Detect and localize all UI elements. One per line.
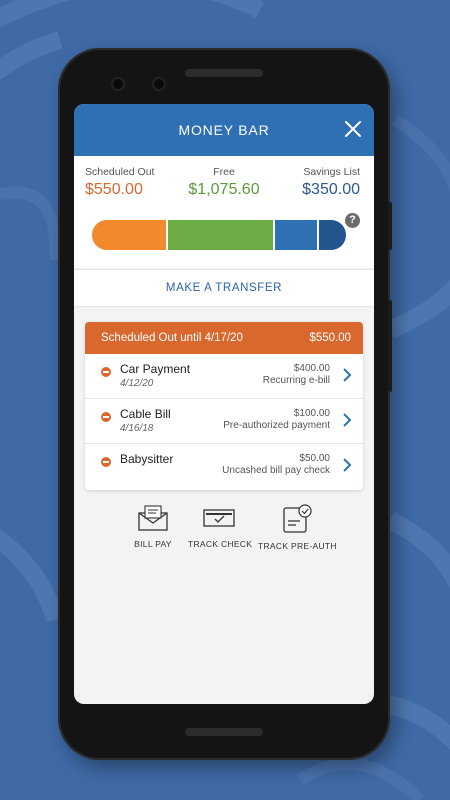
front-camera-icon [113, 79, 123, 89]
money-summary: Free $1,075.60 Scheduled Out $550.00 Sav… [74, 156, 374, 268]
app-screen: MONEY BAR Free $1,075.60 Scheduled Out $… [74, 104, 374, 704]
track-check-button[interactable]: TRACK CHECK [188, 504, 253, 549]
item-amount: $400.00 [293, 363, 330, 374]
envelope-icon [138, 505, 168, 531]
make-transfer-button[interactable]: MAKE A TRANSFER [74, 269, 374, 307]
money-bar-segment-savings-remainder [316, 220, 346, 250]
scheduled-out-label: Scheduled Out [85, 166, 155, 178]
document-check-icon [283, 504, 312, 533]
track-pre-auth-button[interactable]: TRACK PRE-AUTH [258, 504, 337, 551]
close-icon[interactable] [342, 118, 364, 140]
scheduled-out-title: Scheduled Out until 4/17/20 [101, 332, 243, 344]
scheduled-item-cable-bill[interactable]: Cable Bill 4/16/18 $100.00 Pre-authorize… [85, 399, 363, 444]
minus-circle-icon [101, 367, 111, 377]
money-bar-segment-savings [272, 220, 317, 250]
scheduled-out-amount: $550.00 [85, 181, 143, 198]
page-title: MONEY BAR [178, 122, 270, 138]
item-name: Cable Bill [120, 407, 171, 421]
phone-frame: MONEY BAR Free $1,075.60 Scheduled Out $… [58, 48, 392, 760]
money-bar-segment-free [166, 220, 273, 250]
track-check-label: TRACK CHECK [188, 539, 253, 549]
bill-pay-button[interactable]: BILL PAY [132, 504, 174, 549]
scheduled-item-babysitter[interactable]: Babysitter $50.00 Uncashed bill pay chec… [85, 444, 363, 488]
earpiece-speaker [185, 69, 263, 77]
item-type: Pre-authorized payment [223, 420, 330, 431]
check-icon [203, 509, 235, 527]
bottom-speaker [185, 728, 263, 736]
power-button [388, 202, 392, 250]
item-type: Recurring e-bill [262, 375, 330, 386]
help-icon[interactable]: ? [345, 213, 360, 228]
money-bar[interactable] [92, 220, 346, 250]
savings-list-amount: $350.00 [302, 181, 360, 198]
volume-button [388, 300, 392, 392]
chevron-right-icon [343, 413, 352, 427]
item-name: Babysitter [120, 452, 174, 466]
item-type: Uncashed bill pay check [222, 465, 330, 476]
item-amount: $100.00 [293, 408, 330, 419]
chevron-right-icon [343, 368, 352, 382]
quick-actions: BILL PAY TRACK CHECK TRACK PRE-AUTH [74, 504, 374, 564]
item-date: 4/12/20 [120, 378, 154, 389]
savings-list-column: Savings List $350.00 [302, 166, 360, 199]
chevron-right-icon [343, 458, 352, 472]
scheduled-out-card: Scheduled Out until 4/17/20 $550.00 Car … [85, 322, 363, 490]
scheduled-out-header: Scheduled Out until 4/17/20 $550.00 [85, 322, 363, 354]
savings-list-label: Savings List [303, 166, 360, 178]
scheduled-item-car-payment[interactable]: Car Payment 4/12/20 $400.00 Recurring e-… [85, 354, 363, 399]
money-bar-segment-scheduled-out [92, 220, 167, 250]
scheduled-out-total: $550.00 [309, 332, 351, 344]
item-amount: $50.00 [299, 453, 330, 464]
sensor-icon [154, 79, 164, 89]
bill-pay-label: BILL PAY [134, 539, 172, 549]
minus-circle-icon [101, 412, 111, 422]
item-name: Car Payment [120, 362, 191, 376]
scheduled-out-column: Scheduled Out $550.00 [85, 166, 154, 199]
app-header: MONEY BAR [74, 104, 374, 156]
track-pre-auth-label: TRACK PRE-AUTH [258, 541, 337, 551]
item-date: 4/16/18 [120, 423, 154, 434]
minus-circle-icon [101, 457, 111, 467]
